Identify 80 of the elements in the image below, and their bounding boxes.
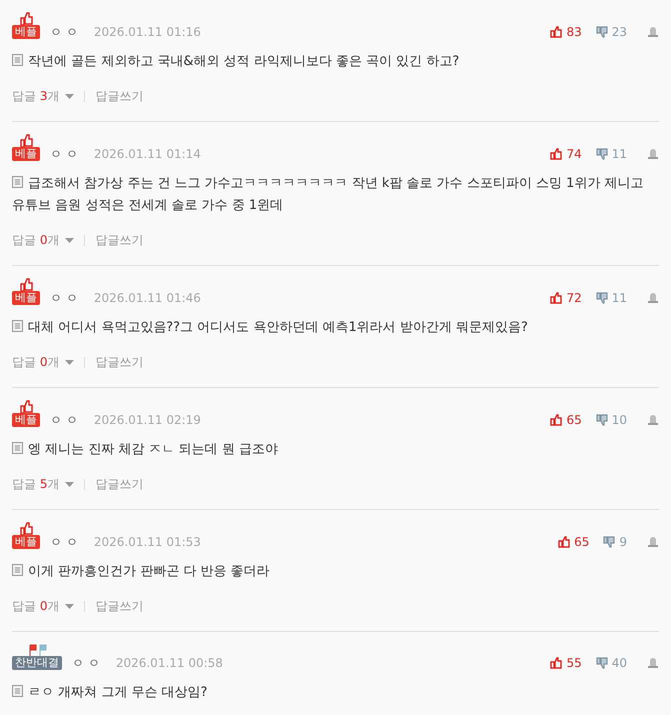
downvote-button[interactable]: 23: [596, 25, 627, 39]
thumbs-up-icon: [550, 292, 562, 304]
author-name: ㅇ ㅇ: [50, 291, 78, 305]
author-name: ㅇ ㅇ: [50, 147, 78, 161]
memo-icon: [12, 320, 23, 332]
thumbs-down-icon: [596, 292, 608, 304]
comment-text: 엥 제니는 진짜 체감 ㅈㄴ 되는데 뭔 급조야: [12, 439, 659, 461]
upvote-button[interactable]: 72: [550, 291, 582, 305]
upvote-button[interactable]: 65: [550, 413, 582, 427]
write-reply-link[interactable]: 답글쓰기: [95, 353, 144, 371]
memo-icon: [12, 176, 23, 188]
replies-toggle[interactable]: 답글 0개: [12, 353, 60, 371]
author-name: ㅇ ㅇ: [72, 656, 100, 670]
comment-date: 2026.01.11 02:19: [94, 413, 201, 427]
caret-icon: [65, 94, 74, 98]
thumbs-up-icon: [19, 12, 33, 25]
write-reply-link[interactable]: 답글쓰기: [95, 87, 144, 105]
author-name: ㅇ ㅇ: [50, 413, 78, 427]
versus-badge: 찬반대결: [12, 656, 62, 670]
upvote-button[interactable]: 83: [550, 25, 582, 39]
write-reply-link[interactable]: 답글쓰기: [95, 475, 144, 493]
downvote-button[interactable]: 9: [603, 535, 627, 549]
thumbs-down-icon: [596, 148, 608, 160]
thumbs-up-icon: [558, 536, 570, 548]
thumbs-up-icon: [550, 657, 562, 669]
replies-toggle[interactable]: 답글 5개: [12, 475, 60, 493]
memo-icon: [12, 54, 23, 66]
thumbs-down-icon: [603, 536, 616, 548]
thumbs-up-icon: [19, 278, 33, 291]
caret-icon: [65, 238, 74, 242]
comment-text: ㄹㅇ 개짜쳐 그게 무슨 대상임?: [12, 682, 659, 704]
upvote-button[interactable]: 74: [550, 147, 582, 161]
thumbs-up-icon: [19, 134, 33, 147]
thumbs-up-icon: [550, 414, 562, 426]
memo-icon: [12, 442, 23, 454]
best-badge: 베플: [12, 291, 40, 305]
thumbs-down-icon: [596, 414, 608, 426]
write-reply-link[interactable]: 답글쓰기: [95, 597, 144, 615]
upvote-button[interactable]: 65: [558, 535, 590, 549]
caret-icon: [65, 360, 74, 364]
thumbs-up-icon: [550, 26, 562, 38]
comment-date: 2026.01.11 01:14: [94, 147, 201, 161]
report-icon[interactable]: [647, 26, 659, 38]
memo-icon: [12, 564, 23, 576]
report-icon[interactable]: [647, 292, 659, 304]
downvote-button[interactable]: 10: [596, 413, 627, 427]
downvote-button[interactable]: 11: [596, 147, 627, 161]
comment-date: 2026.01.11 01:53: [94, 535, 201, 549]
comment-date: 2026.01.11 00:58: [116, 656, 223, 670]
best-badge: 베플: [12, 535, 40, 549]
report-icon[interactable]: [647, 414, 659, 426]
report-icon[interactable]: [647, 536, 659, 548]
thumbs-down-icon: [596, 26, 608, 38]
comment-date: 2026.01.11 01:46: [94, 291, 201, 305]
comment-date: 2026.01.11 01:16: [94, 25, 201, 39]
comment-text: 작년에 골든 제외하고 국내&해외 성적 라익제니보다 좋은 곡이 있긴 하고?: [12, 51, 659, 73]
author-name: ㅇ ㅇ: [50, 535, 78, 549]
best-badge: 베플: [12, 25, 40, 39]
best-badge: 베플: [12, 413, 40, 427]
comment-text: 대체 어디서 욕먹고있음??그 어디서도 욕안하던데 예측1위라서 받아간게 뭐문제있음?: [12, 317, 659, 339]
report-icon[interactable]: [647, 148, 659, 160]
author-name: ㅇ ㅇ: [50, 25, 78, 39]
thumbs-up-icon: [550, 148, 562, 160]
thumbs-up-icon: [19, 400, 33, 413]
replies-toggle[interactable]: 답글 0개: [12, 597, 60, 615]
comment-text: 이게 판까흥인건가 판빠곤 다 반응 좋더라: [12, 561, 659, 583]
thumbs-down-icon: [596, 657, 608, 669]
memo-icon: [12, 685, 23, 697]
replies-toggle[interactable]: 답글 0개: [12, 231, 60, 249]
upvote-button[interactable]: 55: [550, 656, 582, 670]
replies-toggle[interactable]: 답글 3개: [12, 87, 60, 105]
best-badge: 베플: [12, 147, 40, 161]
caret-icon: [65, 482, 74, 486]
report-icon[interactable]: [647, 657, 659, 669]
write-reply-link[interactable]: 답글쓰기: [95, 231, 144, 249]
downvote-button[interactable]: 40: [596, 656, 627, 670]
comment-text: 급조해서 참가상 주는 건 느그 가수고ㅋㅋㅋㅋㅋㅋㅋㅋ 작년 k팝 솔로 가수 스포티파이 스밍 1위가 제니고 유튜브 음원 성적은 전세계 솔로 가수 중 1윈데: [12, 175, 645, 215]
thumbs-up-icon: [19, 522, 33, 535]
caret-icon: [65, 604, 74, 608]
downvote-button[interactable]: 11: [596, 291, 627, 305]
